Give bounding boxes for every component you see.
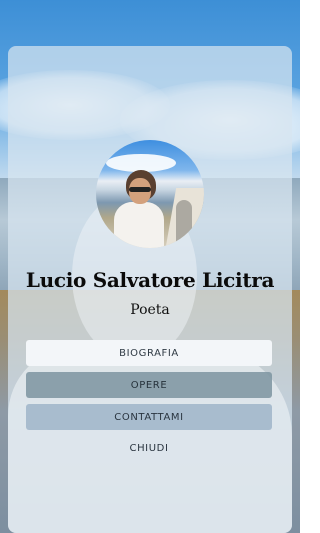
avatar xyxy=(96,140,204,248)
avatar-shadow xyxy=(176,200,192,248)
opere-button[interactable]: OPERE xyxy=(26,372,272,398)
chiudi-button[interactable]: CHIUDI xyxy=(26,436,272,460)
profile-role: Poeta xyxy=(130,302,170,318)
profile-name: Lucio Salvatore Licitra xyxy=(25,268,275,292)
avatar-sunglasses xyxy=(129,187,151,192)
biografia-button[interactable]: BIOGRAFIA xyxy=(26,340,272,366)
contattami-button[interactable]: CONTATTAMI xyxy=(26,404,272,430)
avatar-shirt xyxy=(114,202,164,248)
